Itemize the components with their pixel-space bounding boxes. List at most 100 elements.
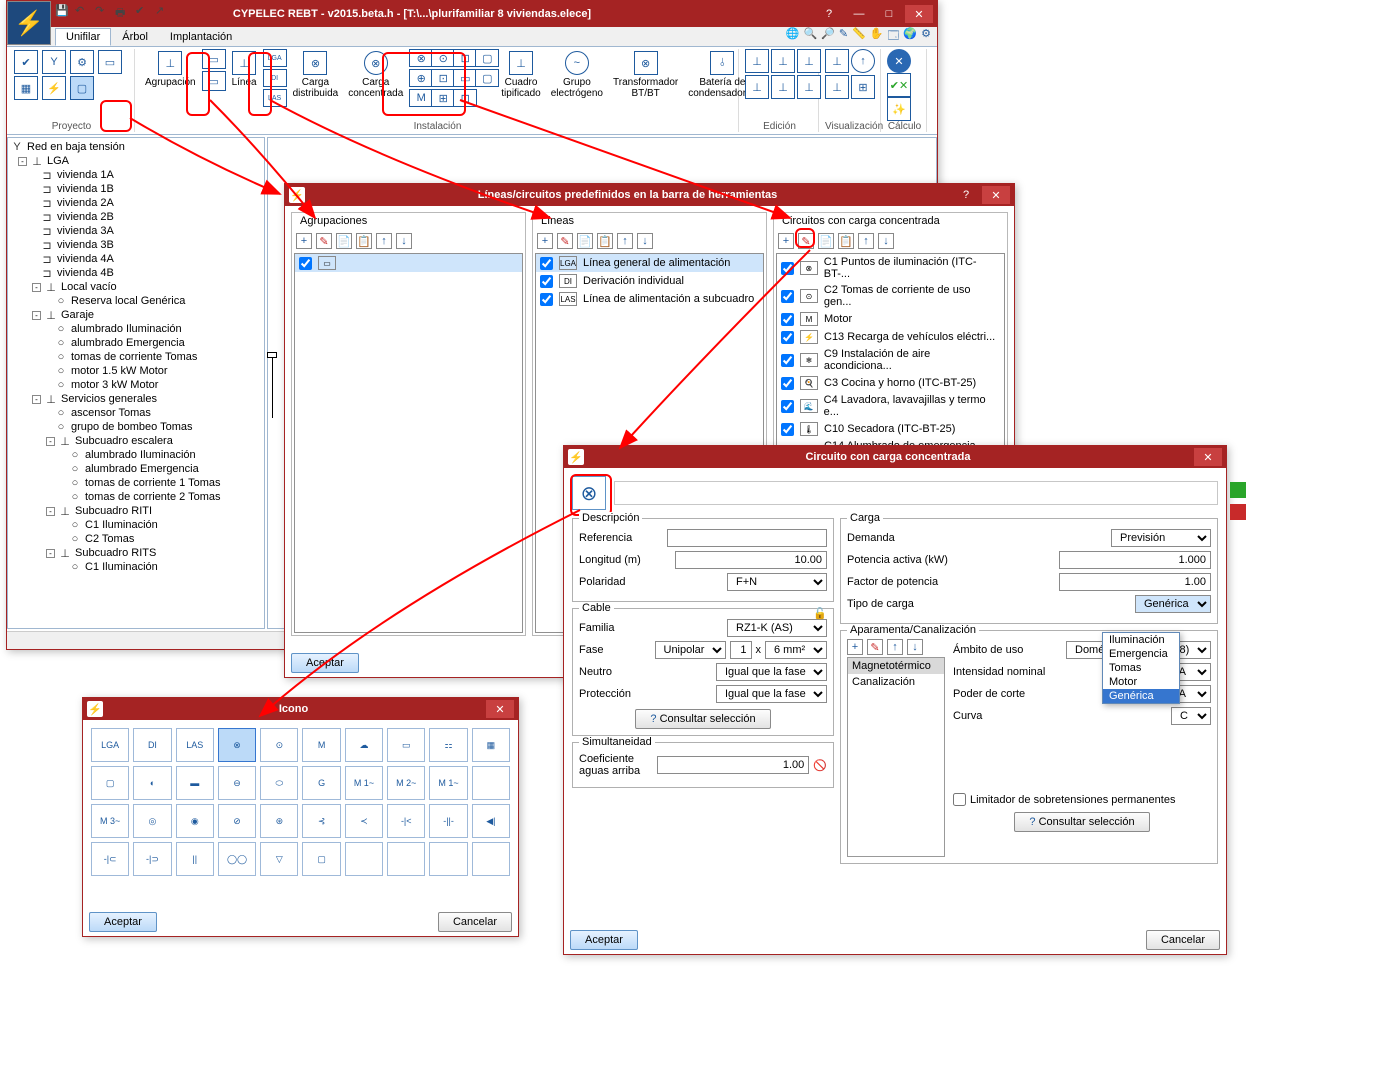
icon-cell[interactable]: ⬭ xyxy=(260,766,298,800)
tree-item[interactable]: ○motor 1.5 kW Motor xyxy=(10,364,262,378)
calc-wand-icon[interactable]: ✨ xyxy=(887,97,911,121)
icon-cell[interactable]: ⚏ xyxy=(429,728,467,762)
icon-cell[interactable]: ▬ xyxy=(176,766,214,800)
input-potencia[interactable] xyxy=(1059,551,1211,569)
tree-item[interactable]: ○alumbrado Emergencia xyxy=(10,336,262,350)
icon-cell[interactable]: ≺ xyxy=(345,804,383,838)
tree-servicios[interactable]: Servicios generales xyxy=(61,393,157,405)
btn-linea[interactable]: ⊥Línea xyxy=(228,49,261,90)
icon-cell[interactable]: M 2~ xyxy=(387,766,425,800)
icon-cell[interactable]: ☁ xyxy=(345,728,383,762)
conc-opt-5[interactable]: ⊕ xyxy=(409,69,433,87)
input-coef[interactable] xyxy=(657,756,809,774)
aparamenta-list[interactable]: Magnetotérmico Canalización xyxy=(847,657,945,857)
circuito-row[interactable]: 🍳C3 Cocina y horno (ITC-BT-25) xyxy=(777,374,1004,392)
tree-local[interactable]: Local vacío xyxy=(61,281,117,293)
tree-item[interactable]: ⊐vivienda 4A xyxy=(10,252,262,266)
conc-opt-10[interactable]: ⊞ xyxy=(431,89,455,107)
tree-reserva[interactable]: Reserva local Genérica xyxy=(71,295,185,307)
input-referencia[interactable] xyxy=(667,529,827,547)
gear-icon[interactable]: ⚙ xyxy=(921,27,931,46)
window-icon[interactable]: 🗔 xyxy=(887,27,899,46)
conc-opt-11[interactable]: ⊡ xyxy=(453,89,477,107)
dlg1-aceptar[interactable]: Aceptar xyxy=(291,653,359,673)
bolt-icon[interactable]: ⚡ xyxy=(42,76,66,100)
icon-cell[interactable] xyxy=(472,842,510,876)
dlg3-close-icon[interactable]: ✕ xyxy=(486,700,514,718)
world-icon[interactable]: 🌍 xyxy=(903,27,917,46)
icon-cell[interactable]: ⊰ xyxy=(302,804,340,838)
tab-implantacion[interactable]: Implantación xyxy=(159,28,243,46)
opt-tomas[interactable]: Tomas xyxy=(1103,661,1179,675)
circ-down-icon[interactable]: ↓ xyxy=(878,233,894,249)
las-icon[interactable]: LAS xyxy=(263,89,287,107)
edit-6[interactable]: ⊥ xyxy=(797,75,821,99)
opt-emergencia[interactable]: Emergencia xyxy=(1103,647,1179,661)
icon-cell[interactable] xyxy=(472,766,510,800)
tipo-carga-dropdown[interactable]: Iluminación Emergencia Tomas Motor Genér… xyxy=(1102,632,1180,704)
circuito-row[interactable]: 🌡C10 Secadora (ITC-BT-25) xyxy=(777,420,1004,438)
pencil-icon[interactable]: ✎ xyxy=(839,27,848,46)
tree-sub-riti[interactable]: Subcuadro RITI xyxy=(75,505,152,517)
select-neutro[interactable]: Igual que la fase xyxy=(716,663,827,681)
tree-item[interactable]: ⊐vivienda 2A xyxy=(10,196,262,210)
lock-icon[interactable]: 🔓 xyxy=(813,607,827,620)
lin-down-icon[interactable]: ↓ xyxy=(637,233,653,249)
zoom-out-icon[interactable]: 🔍 xyxy=(803,27,817,46)
circ-paste-icon[interactable]: 📋 xyxy=(838,233,854,249)
dlg2-close-icon[interactable]: ✕ xyxy=(1194,448,1222,466)
edit-4[interactable]: ⊥ xyxy=(745,75,769,99)
icon-cell[interactable]: ◐ xyxy=(133,766,171,800)
check-icon[interactable]: ✔ xyxy=(135,4,151,20)
conc-opt-9[interactable]: M xyxy=(409,89,433,107)
opt-motor[interactable]: Motor xyxy=(1103,675,1179,689)
icon-cell[interactable]: LGA xyxy=(91,728,129,762)
icon-cell[interactable]: DI xyxy=(133,728,171,762)
export-icon[interactable]: ↗ xyxy=(155,4,171,20)
icon-cell[interactable] xyxy=(387,842,425,876)
icon-cell[interactable]: LAS xyxy=(176,728,214,762)
lin-up-icon[interactable]: ↑ xyxy=(617,233,633,249)
circuito-row[interactable]: ⊗C1 Puntos de iluminación (ITC-BT-... xyxy=(777,254,1004,282)
icon-cell[interactable]: ⊗ xyxy=(218,728,256,762)
tree-item[interactable]: ○grupo de bombeo Tomas xyxy=(10,420,262,434)
opt-iluminacion[interactable]: Iluminación xyxy=(1103,633,1179,647)
tree-item[interactable]: ○C1 Iluminación xyxy=(10,518,262,532)
check-limitador[interactable] xyxy=(953,793,966,806)
copy-icon[interactable]: 📄 xyxy=(336,233,352,249)
icon-cell[interactable]: M 1~ xyxy=(345,766,383,800)
tree-item[interactable]: ⊐vivienda 4B xyxy=(10,266,262,280)
btn-carga-dist[interactable]: ⊗Carga distribuida xyxy=(289,49,343,101)
select-familia[interactable]: RZ1-K (AS) xyxy=(727,619,827,637)
tree-item[interactable]: ⊐vivienda 1A xyxy=(10,168,262,182)
maximize-icon[interactable]: □ xyxy=(875,5,903,23)
list-agrupaciones[interactable]: ▭ xyxy=(294,253,523,633)
input-fp[interactable] xyxy=(1059,573,1211,591)
tab-arbol[interactable]: Árbol xyxy=(111,28,159,46)
select-proteccion[interactable]: Igual que la fase xyxy=(716,685,827,703)
circuito-row[interactable]: ⊙C2 Tomas de corriente de uso gen... xyxy=(777,282,1004,310)
tree-item[interactable]: ○tomas de corriente 2 Tomas xyxy=(10,490,262,504)
select-curva[interactable]: C xyxy=(1171,707,1211,725)
select-fase[interactable]: Unipolar xyxy=(655,641,726,659)
delete-icon[interactable]: ✎ xyxy=(316,233,332,249)
select-polaridad[interactable]: F+N xyxy=(727,573,827,591)
select-demanda[interactable]: Previsión xyxy=(1111,529,1211,547)
tree-item[interactable]: ⊐vivienda 2B xyxy=(10,210,262,224)
zoom-in-icon[interactable]: 🔎 xyxy=(821,27,835,46)
tree-item[interactable]: ○ascensor Tomas xyxy=(10,406,262,420)
tree-item[interactable]: ⊐vivienda 3B xyxy=(10,238,262,252)
lin-paste-icon[interactable]: 📋 xyxy=(597,233,613,249)
opt-generica[interactable]: Genérica xyxy=(1103,689,1179,703)
vis-1[interactable]: ⊥ xyxy=(825,49,849,73)
icon-cell[interactable]: -|⊃ xyxy=(133,842,171,876)
apar-item-canal[interactable]: Canalización xyxy=(848,674,944,690)
undo-icon[interactable]: ↶ xyxy=(75,4,91,20)
icon-cell[interactable]: ⊘ xyxy=(218,804,256,838)
btn-transformador[interactable]: ⊗Transformador BT/BT xyxy=(609,49,682,101)
circ-del-icon[interactable]: ✎ xyxy=(798,233,814,249)
paste-icon[interactable]: 📋 xyxy=(356,233,372,249)
vis-4[interactable]: ⊞ xyxy=(851,75,875,99)
layers-icon[interactable]: ▦ xyxy=(14,76,38,100)
icon-cell[interactable]: -|< xyxy=(387,804,425,838)
